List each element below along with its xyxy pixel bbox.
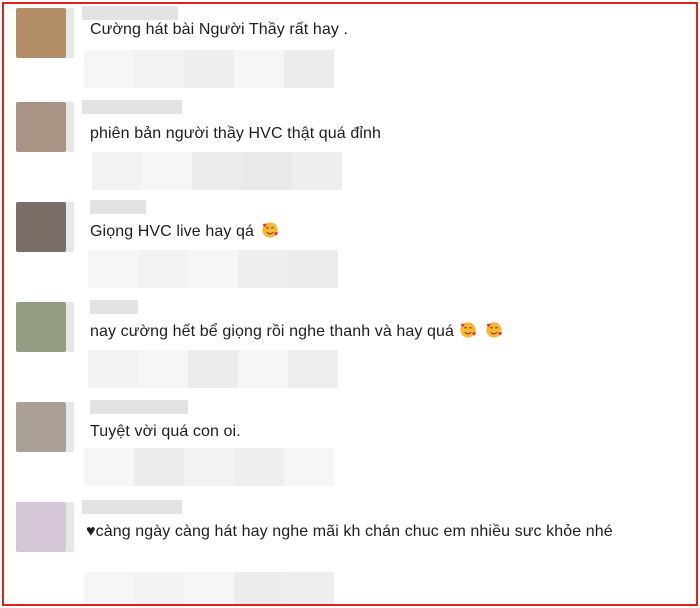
blurred-username — [90, 400, 188, 414]
comment-text: Giọng HVC live hay qá — [90, 220, 670, 244]
comment-screenshot-frame: Cường hát bài Người Thầy rất hay . phiên… — [2, 2, 698, 606]
avatar[interactable] — [16, 202, 66, 252]
comment-text: phiên bản người thầy HVC thật quá đỉnh — [90, 125, 381, 142]
avatar-blur-edge — [66, 502, 74, 552]
avatar[interactable] — [16, 302, 66, 352]
blurred-username — [82, 100, 182, 114]
comment-item: Giọng HVC live hay qá — [4, 200, 696, 300]
avatar-blur-edge — [66, 302, 74, 352]
blurred-username — [90, 200, 146, 214]
blurred-username — [90, 300, 138, 314]
blurred-comment-actions — [84, 50, 334, 88]
avatar[interactable] — [16, 102, 66, 152]
avatar-blur-edge — [66, 202, 74, 252]
smiling-face-with-hearts-icon — [459, 322, 476, 338]
blurred-comment-actions — [92, 152, 342, 190]
comment-item: nay cường hết bể giọng rồi nghe thanh và… — [4, 300, 696, 400]
avatar-blur-edge — [66, 402, 74, 452]
comment-item: ♥càng ngày càng hát hay nghe mãi kh chán… — [4, 500, 696, 604]
blurred-comment-actions — [88, 250, 338, 288]
blurred-username — [82, 500, 182, 514]
avatar-blur-edge — [66, 102, 74, 152]
blurred-comment-actions — [88, 350, 338, 388]
comment-text-content: nay cường hết bể giọng rồi nghe thanh và… — [90, 323, 455, 340]
smiling-face-with-hearts-icon — [261, 222, 278, 238]
blurred-comment-actions — [84, 448, 334, 486]
comment-item: Tuyệt vời quá con oi. — [4, 400, 696, 500]
comment-text-content: Giọng HVC live hay qá — [90, 223, 254, 240]
comment-text: Cường hát bài Người Thầy rất hay . — [90, 21, 349, 38]
avatar[interactable] — [16, 8, 66, 58]
comment-item: phiên bản người thầy HVC thật quá đỉnh — [4, 100, 696, 200]
avatar[interactable] — [16, 502, 66, 552]
comment-item: Cường hát bài Người Thầy rất hay . — [4, 4, 696, 104]
comment-text: ♥càng ngày càng hát hay nghe mãi kh chán… — [86, 523, 613, 540]
smiling-face-with-hearts-icon — [486, 322, 502, 338]
comment-text: nay cường hết bể giọng rồi nghe thanh và… — [90, 320, 670, 344]
avatar[interactable] — [16, 402, 66, 452]
blurred-comment-actions — [84, 572, 334, 604]
comment-text: Tuyệt vời quá con oi. — [90, 423, 241, 440]
avatar-blur-edge — [66, 8, 74, 58]
